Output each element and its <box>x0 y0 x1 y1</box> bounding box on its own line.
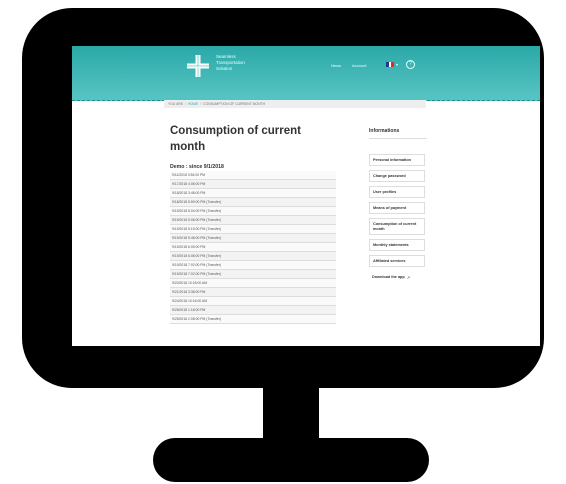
logo-icon[interactable] <box>186 54 210 78</box>
nav-news-link[interactable]: News <box>331 63 341 68</box>
sidebar-item-personal-information[interactable]: Personal information <box>369 154 425 166</box>
list-item: 9/19/2018 7:02:00 PM (Transfer) <box>170 261 336 270</box>
sidebar-item-download-app[interactable]: Download the app ↗ <box>369 271 425 283</box>
list-item: 9/18/2018 3:48:00 PM <box>170 189 336 198</box>
sidebar-item-monthly-statements[interactable]: Monthly statements <box>369 239 425 251</box>
list-item: 9/25/2018 2:08:00 PM (Transfer) <box>170 315 336 324</box>
sidebar-item-label: Change password <box>373 173 406 178</box>
monitor-illustration: Seamless Transportation Solution News Ac… <box>0 0 566 484</box>
sidebar-divider <box>369 138 427 139</box>
list-item: 9/25/2018 1:18:00 PM <box>170 306 336 315</box>
monitor-base <box>153 438 429 482</box>
breadcrumb: YOU ARE / HOME / CONSUMPTION OF CURRENT MONT… <box>164 100 426 108</box>
sidebar-item-label: Personal information <box>373 157 411 162</box>
sidebar-item-affiliated-services[interactable]: Affiliated services <box>369 255 425 267</box>
nav-account-link[interactable]: Account <box>352 63 366 68</box>
language-flag-icon[interactable] <box>386 62 395 67</box>
list-item: 9/18/2018 5:59:00 PM (Transfer) <box>170 198 336 207</box>
list-item: 9/19/2018 5:19:00 PM (Transfer) <box>170 225 336 234</box>
list-item: 9/19/2018 6:08:00 PM (Transfer) <box>170 252 336 261</box>
sidebar-item-means-of-payment[interactable]: Means of payment <box>369 202 425 214</box>
sidebar-item-label: User profiles <box>373 189 397 194</box>
list-item: 9/19/2018 5:48:00 PM (Transfer) <box>170 234 336 243</box>
list-item: 9/19/2018 7:02:00 PM (Transfer) <box>170 270 336 279</box>
page-title: Consumption of current month <box>170 125 301 153</box>
logo-text[interactable]: Seamless Transportation Solution <box>216 54 245 72</box>
logo-line: Solution <box>216 66 233 71</box>
list-item: 9/24/2018 10:16:00 AM <box>170 297 336 306</box>
list-item: 9/20/2018 10:18:00 AM <box>170 279 336 288</box>
question-mark-icon[interactable]: ? <box>406 60 415 69</box>
breadcrumb-home-link[interactable]: HOME <box>188 102 198 106</box>
list-item: 9/19/2018 5:04:00 PM (Transfer) <box>170 207 336 216</box>
breadcrumb-current: CONSUMPTION OF CURRENT MONTH <box>203 102 266 106</box>
list-item: 9/17/2018 4:08:00 PM <box>170 180 336 189</box>
list-item: 9/21/2018 3:38:00 PM <box>170 288 336 297</box>
consumption-list: 9/11/2018 3:54:00 PM 9/17/2018 4:08:00 P… <box>170 171 336 324</box>
sidebar-item-user-profiles[interactable]: User profiles <box>369 186 425 198</box>
monitor-screen: Seamless Transportation Solution News Ac… <box>72 46 540 346</box>
sidebar-item-label: Affiliated services <box>373 258 406 263</box>
sidebar-item-label: Download the app <box>372 274 405 279</box>
external-link-icon: ↗ <box>406 274 411 280</box>
site-header: Seamless Transportation Solution News Ac… <box>72 46 540 96</box>
sidebar-item-label: Monthly statements <box>373 242 409 247</box>
list-item: 9/19/2018 6:05:00 PM <box>170 243 336 252</box>
sidebar-item-change-password[interactable]: Change password <box>369 170 425 182</box>
sidebar-item-label: Consumption of current month <box>373 221 417 231</box>
list-item: 9/11/2018 3:54:00 PM <box>170 171 336 180</box>
list-item: 9/19/2018 5:08:00 PM (Transfer) <box>170 216 336 225</box>
sidebar-title: Informations <box>369 128 400 134</box>
sidebar-menu: Personal information Change password Use… <box>369 154 425 287</box>
breadcrumb-prefix: YOU ARE <box>168 102 184 106</box>
monitor-neck <box>263 384 319 442</box>
sidebar-item-consumption-current-month[interactable]: Consumption of current month <box>369 218 425 235</box>
chevron-down-icon[interactable]: ▾ <box>396 62 398 67</box>
sidebar-item-label: Means of payment <box>373 205 407 210</box>
list-heading: Demo : since 9/1/2018 <box>170 164 224 170</box>
